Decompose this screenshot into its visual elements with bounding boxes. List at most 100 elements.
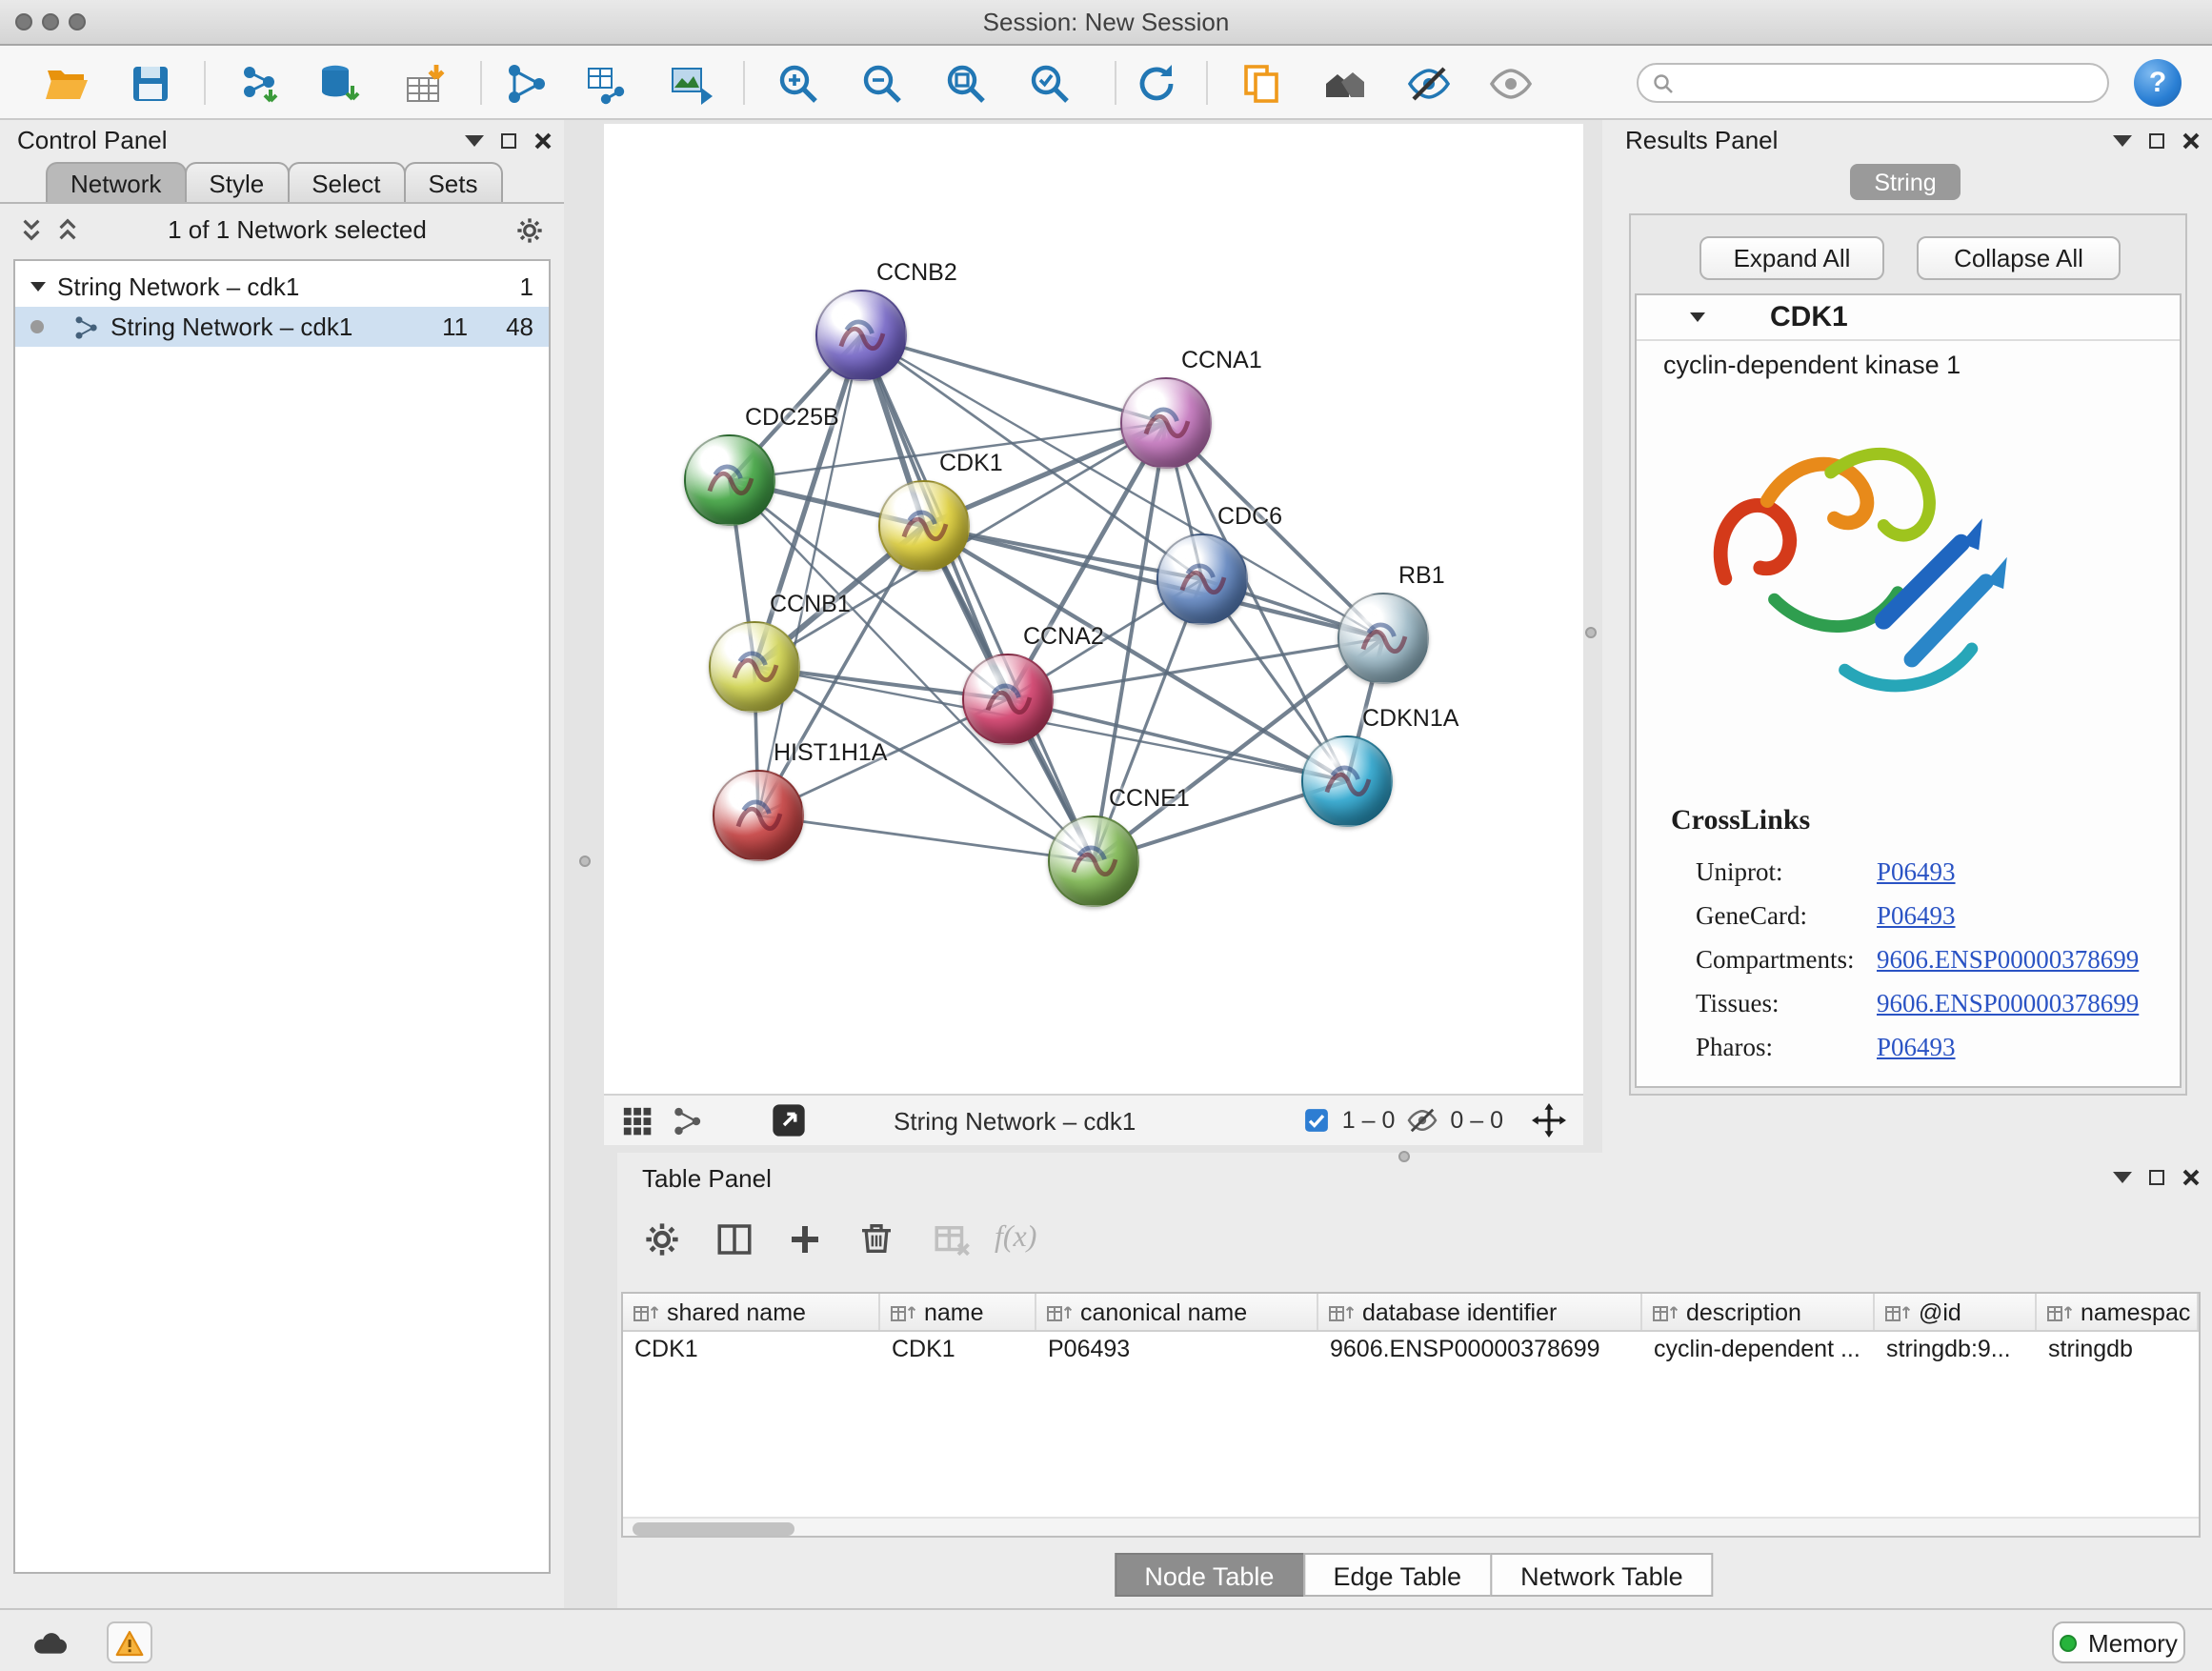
float-panel-icon[interactable]	[465, 134, 484, 146]
network-node-ccnb2[interactable]	[815, 290, 907, 381]
network-node-ccna2[interactable]	[962, 654, 1054, 745]
maximize-panel-icon[interactable]	[2149, 1170, 2164, 1185]
pan-crosshair-icon[interactable]	[1532, 1103, 1566, 1137]
expand-all-icon[interactable]	[55, 217, 80, 242]
import-network-database-button[interactable]	[312, 57, 364, 109]
birdseye-view-button[interactable]	[1318, 57, 1370, 109]
network-node-rb1[interactable]	[1337, 593, 1429, 684]
network-node-ccna1[interactable]	[1120, 377, 1212, 469]
network-node-cdc25b[interactable]	[684, 434, 775, 526]
crosslink-value-link[interactable]: P06493	[1877, 900, 1956, 931]
detach-view-icon[interactable]	[770, 1101, 808, 1139]
cloud-status-button[interactable]	[25, 1621, 74, 1663]
zoom-out-button[interactable]	[855, 57, 907, 109]
open-session-button[interactable]	[40, 57, 91, 109]
float-panel-icon[interactable]	[2113, 134, 2132, 146]
network-collection-row[interactable]: String Network – cdk1 1	[15, 267, 549, 307]
help-button[interactable]: ?	[2134, 59, 2182, 107]
network-node-ccne1[interactable]	[1048, 815, 1139, 907]
column-header-shared-name[interactable]: shared name	[623, 1294, 880, 1330]
network-from-table-button[interactable]	[581, 57, 633, 109]
node-label: CCNE1	[1109, 785, 1190, 812]
search-box[interactable]	[1637, 63, 2109, 103]
hide-panel-button[interactable]	[1402, 57, 1454, 109]
grid-view-icon[interactable]	[621, 1104, 654, 1137]
gear-icon[interactable]	[514, 214, 545, 245]
string-tab-badge[interactable]: String	[1850, 164, 1961, 200]
zoom-selected-button[interactable]	[1023, 57, 1075, 109]
network-node-cdk1[interactable]	[878, 480, 970, 572]
network-node-cdc6[interactable]	[1156, 534, 1248, 625]
network-node-cdkn1a[interactable]	[1301, 735, 1393, 827]
network-edge[interactable]	[861, 335, 1166, 423]
close-panel-icon[interactable]	[2182, 131, 2201, 150]
warnings-button[interactable]	[107, 1621, 152, 1663]
tab-select[interactable]: Select	[287, 162, 405, 202]
hidden-items-eye-slash-icon[interactable]	[1406, 1107, 1438, 1134]
right-splitter-handle[interactable]	[1585, 627, 1597, 638]
column-header--id[interactable]: @id	[1875, 1294, 2037, 1330]
network-edge[interactable]	[861, 335, 1094, 861]
show-columns-button[interactable]	[709, 1214, 758, 1263]
bottom-splitter-handle[interactable]	[1398, 1151, 1410, 1162]
network-node-hist1h1a[interactable]	[713, 770, 804, 861]
column-header-name[interactable]: name	[880, 1294, 1036, 1330]
tab-sets[interactable]: Sets	[403, 162, 502, 202]
tab-network-table[interactable]: Network Table	[1490, 1553, 1714, 1597]
crosslink-value-link[interactable]: P06493	[1877, 1032, 1956, 1062]
copy-document-button[interactable]	[1235, 57, 1286, 109]
tab-style[interactable]: Style	[184, 162, 289, 202]
tab-network[interactable]: Network	[46, 162, 186, 202]
tab-edge-table[interactable]: Edge Table	[1302, 1553, 1492, 1597]
close-panel-icon[interactable]	[533, 131, 553, 150]
plus-icon	[784, 1218, 824, 1258]
memory-button[interactable]: Memory	[2052, 1621, 2185, 1663]
apply-layout-button[interactable]	[1130, 57, 1181, 109]
zoom-fit-button[interactable]	[939, 57, 991, 109]
column-header-canonical-name[interactable]: canonical name	[1036, 1294, 1318, 1330]
scrollbar-thumb[interactable]	[633, 1521, 794, 1535]
selected-nodes-checkbox-icon[interactable]	[1304, 1107, 1331, 1134]
zoom-in-button[interactable]	[772, 57, 823, 109]
show-panel-button[interactable]	[1484, 57, 1536, 109]
column-header-label: shared name	[667, 1299, 806, 1325]
gene-card-header[interactable]: CDK1	[1637, 295, 2180, 341]
import-network-file-button[interactable]	[232, 57, 284, 109]
close-panel-icon[interactable]	[2182, 1168, 2201, 1187]
column-header-label: description	[1686, 1299, 1801, 1325]
zoom-fit-icon	[942, 60, 988, 106]
crosslink-value-link[interactable]: P06493	[1877, 856, 1956, 887]
collapse-all-icon[interactable]	[19, 217, 44, 242]
search-input[interactable]	[1684, 70, 2094, 96]
network-edge[interactable]	[924, 526, 1383, 638]
collapse-section-icon[interactable]	[1690, 312, 1705, 322]
column-header-database-identifier[interactable]: database identifier	[1318, 1294, 1642, 1330]
float-panel-icon[interactable]	[2113, 1172, 2132, 1183]
new-network-button[interactable]	[499, 57, 551, 109]
create-column-button[interactable]	[779, 1214, 829, 1263]
table-row[interactable]: CDK1CDK1P064939606.ENSP00000378699cyclin…	[623, 1332, 2199, 1368]
delete-column-button[interactable]	[852, 1214, 901, 1263]
network-view-icon[interactable]	[671, 1104, 703, 1137]
crosslink-value-link[interactable]: 9606.ENSP00000378699	[1877, 944, 2139, 975]
network-node-ccnb1[interactable]	[709, 621, 800, 713]
import-table-button[interactable]	[398, 57, 450, 109]
tab-node-table[interactable]: Node Table	[1114, 1553, 1304, 1597]
maximize-panel-icon[interactable]	[2149, 132, 2164, 148]
horizontal-scrollbar[interactable]	[623, 1517, 2199, 1536]
table-options-button[interactable]	[636, 1214, 686, 1263]
export-image-button[interactable]	[665, 57, 716, 109]
column-header-description[interactable]: description	[1642, 1294, 1875, 1330]
collapse-all-button[interactable]: Collapse All	[1917, 236, 2121, 280]
collapse-arrow-icon[interactable]	[30, 282, 46, 292]
left-splitter-handle[interactable]	[579, 856, 591, 867]
crosslink-value-link[interactable]: 9606.ENSP00000378699	[1877, 988, 2139, 1018]
column-header-namespac[interactable]: namespac	[2037, 1294, 2199, 1330]
network-edge[interactable]	[758, 815, 1094, 861]
save-session-button[interactable]	[124, 57, 175, 109]
network-row-selected[interactable]: String Network – cdk1 11 48	[15, 307, 549, 347]
table-panel-title: Table Panel	[642, 1163, 772, 1192]
network-view-canvas[interactable]: CCNB2CCNA1CDC25BCDK1CDC6RB1CCNB1CCNA2CDK…	[604, 124, 1583, 1094]
maximize-panel-icon[interactable]	[501, 132, 516, 148]
expand-all-button[interactable]: Expand All	[1699, 236, 1884, 280]
